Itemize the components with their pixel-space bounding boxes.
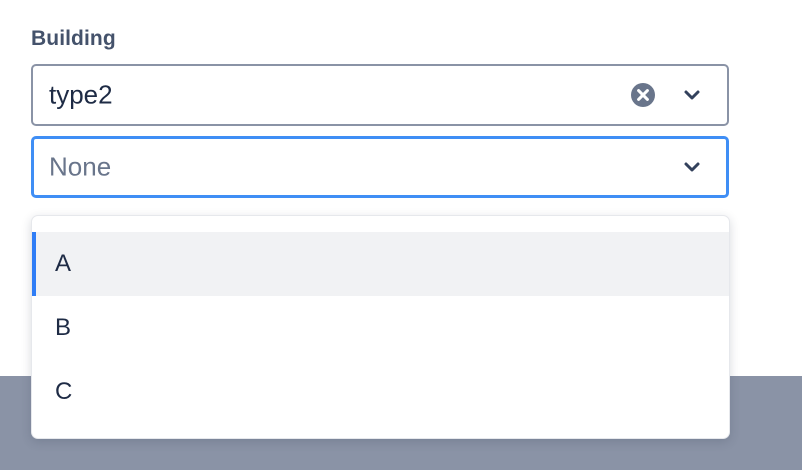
option-a[interactable]: A: [32, 232, 729, 296]
chevron-down-icon[interactable]: [683, 89, 701, 101]
option-label: A: [55, 250, 72, 277]
chevron-down-icon[interactable]: [683, 161, 701, 173]
building-field-label: Building: [31, 27, 116, 50]
clear-icon[interactable]: [630, 82, 656, 108]
option-b[interactable]: B: [32, 296, 729, 360]
option-label: B: [55, 314, 72, 341]
building-select[interactable]: None: [31, 136, 729, 198]
type-select-value: type2: [49, 79, 113, 110]
option-label: C: [55, 378, 73, 405]
type-select[interactable]: type2: [31, 64, 729, 126]
option-c[interactable]: C: [32, 360, 729, 424]
building-options-menu: A B C: [31, 215, 730, 439]
building-select-placeholder: None: [49, 151, 112, 182]
page: Building type2 None A B C: [0, 0, 802, 470]
options-list: A B C: [32, 232, 729, 424]
